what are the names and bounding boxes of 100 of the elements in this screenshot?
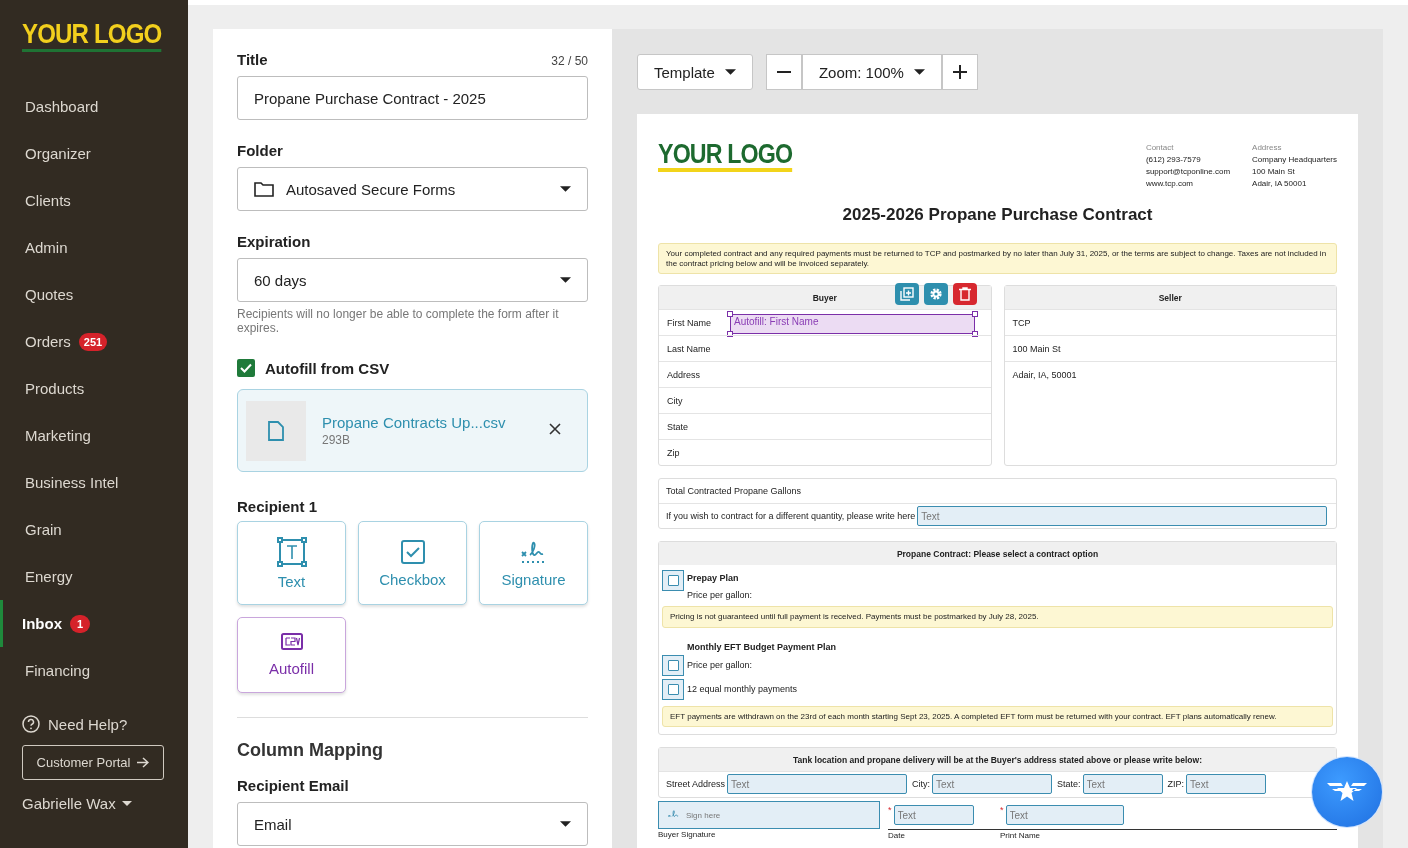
plus-icon: [952, 65, 967, 79]
trash-icon: [958, 287, 971, 301]
nav-item[interactable]: Energy: [0, 553, 188, 600]
field-label: Recipient Email: [237, 777, 349, 794]
name-field[interactable]: Text: [1005, 805, 1124, 825]
checkbox[interactable]: [667, 659, 679, 671]
help-link[interactable]: Need Help?: [22, 715, 128, 733]
checkbox[interactable]: [667, 575, 679, 586]
plan-title: Monthly EFT Budget Payment Plan: [686, 640, 837, 652]
text-field[interactable]: Text: [727, 774, 908, 794]
customer-portal-button[interactable]: Customer Portal: [22, 745, 164, 780]
field-label: ZIP:: [1167, 779, 1185, 789]
nav-item[interactable]: Admin: [0, 224, 188, 271]
help-icon: [22, 715, 40, 733]
field-tool-button[interactable]: Checkbox: [358, 521, 467, 605]
nav-item[interactable]: Business Intel: [0, 459, 188, 506]
file-name: Propane Contracts Up...csv: [322, 414, 507, 431]
minus-icon: [776, 71, 791, 73]
row-value: TCP: [1012, 317, 1031, 328]
plan-line: 12 equal monthly payments: [687, 684, 798, 694]
resize-handle[interactable]: [727, 331, 733, 337]
field-tool-button[interactable]: Text: [237, 521, 346, 605]
section-header: Propane Contract: Please select a contract option: [659, 542, 1336, 565]
contact-line: (612) 293-7579: [1145, 154, 1202, 166]
settings-button[interactable]: [923, 283, 948, 305]
document-title: 2025-2026 Propane Purchase Contract: [841, 205, 1154, 225]
logo: YOUR LOGO: [658, 140, 793, 172]
hint-text: Recipients will no longer be able to complete the form after it expires.: [237, 307, 560, 335]
field-label: State:: [1057, 779, 1081, 789]
field-tool-button[interactable]: Signature: [479, 521, 588, 605]
nav-item[interactable]: Orders 251: [0, 318, 188, 365]
resize-handle[interactable]: [727, 311, 733, 317]
note-text: Pricing is not guaranteed until full payment is received. Payments must be postmarked by July 28, 2025.: [662, 606, 1333, 628]
field-label: Street Address: [666, 779, 726, 789]
nav-item[interactable]: Grain: [0, 506, 188, 553]
text-field[interactable]: Text: [1082, 774, 1163, 794]
resize-handle[interactable]: [972, 331, 978, 337]
signature-field[interactable]: Sign here: [658, 801, 880, 829]
zoom-in-button[interactable]: [941, 54, 978, 90]
settings-icon: [928, 287, 943, 301]
caret-icon: [724, 69, 736, 75]
section-header: Tank location and propane delivery will be at the Buyer's address stated above or please write below:: [659, 748, 1336, 771]
field-label: Folder: [237, 142, 283, 159]
text-field[interactable]: Text: [1186, 774, 1267, 794]
nav-item[interactable]: Organizer: [0, 130, 188, 177]
text-field[interactable]: Text: [917, 506, 1328, 526]
title-input[interactable]: Propane Purchase Contract - 2025: [237, 76, 588, 120]
selected-field[interactable]: Autofill: First Name: [730, 314, 975, 334]
checkbox[interactable]: [667, 683, 679, 695]
contact-line: Adair, IA 50001: [1252, 178, 1308, 190]
nav-item[interactable]: Products: [0, 365, 188, 412]
csv-file-icon: [280, 633, 303, 650]
field-label: Title: [237, 51, 268, 68]
section-label: Recipient 1: [237, 498, 319, 515]
table-header: Seller: [1004, 286, 1336, 309]
checkbox-label: Autofill from CSV: [265, 359, 390, 377]
required-mark: *: [1000, 805, 1004, 815]
file-size: 293B: [322, 433, 352, 447]
text-box-icon: [276, 536, 307, 567]
caret-icon: [560, 277, 571, 283]
email-dropdown[interactable]: Email: [237, 802, 588, 846]
plan-line: Price per gallon:: [687, 660, 753, 670]
nav-item[interactable]: Dashboard: [0, 83, 188, 130]
text-field[interactable]: Text: [932, 774, 1053, 794]
field-tool-button[interactable]: Autofill: [237, 617, 346, 693]
required-mark: *: [888, 805, 892, 815]
checkbox[interactable]: [237, 359, 255, 377]
delete-button[interactable]: [952, 283, 977, 305]
plan-title: Prepay Plan: [687, 573, 740, 583]
zoom-out-button[interactable]: [765, 54, 802, 90]
row-label: State: [667, 421, 688, 432]
user-menu[interactable]: Gabrielle Wax: [22, 795, 132, 812]
zoom-dropdown[interactable]: Zoom: 100%: [801, 54, 942, 90]
logo: YOUR LOGO: [22, 19, 162, 52]
resize-handle[interactable]: [972, 311, 978, 317]
notice-text: Your completed contract and any required payments must be returned to TCP and postmarked by no later than July 31, 2025, or the terms are subject to change. Taxes are not included in the contract pricing below and will be invoiced separately.: [658, 243, 1337, 274]
nav-item[interactable]: Marketing: [0, 412, 188, 459]
field-label: City:: [912, 779, 931, 789]
nav-item[interactable]: Clients: [0, 177, 188, 224]
contact-heading: Contact: [1145, 142, 1175, 154]
row-label: Address: [667, 369, 701, 380]
duplicate-button[interactable]: [894, 283, 919, 305]
row-label: Zip: [667, 447, 680, 458]
row-value: Adair, IA, 50001: [1012, 369, 1077, 380]
contact-line: www.tcp.com: [1145, 178, 1194, 190]
expiration-dropdown[interactable]: 60 days: [237, 258, 588, 302]
caret-icon: [560, 821, 571, 827]
date-field[interactable]: Text: [893, 805, 974, 825]
contact-line: Company Headquarters: [1252, 154, 1337, 166]
checkbox-icon: [399, 538, 426, 565]
caret-icon: [560, 186, 571, 192]
row-label: City: [667, 395, 683, 406]
count-badge: 251: [78, 332, 108, 351]
contact-line: 100 Main St: [1252, 166, 1296, 178]
folder-dropdown[interactable]: Autosaved Secure Forms: [237, 167, 588, 211]
field-label: Expiration: [237, 233, 311, 250]
nav-item[interactable]: Quotes: [0, 271, 188, 318]
row-label: First Name: [667, 317, 711, 328]
nav-item[interactable]: Financing: [0, 647, 188, 694]
template-dropdown[interactable]: Template: [637, 54, 753, 90]
